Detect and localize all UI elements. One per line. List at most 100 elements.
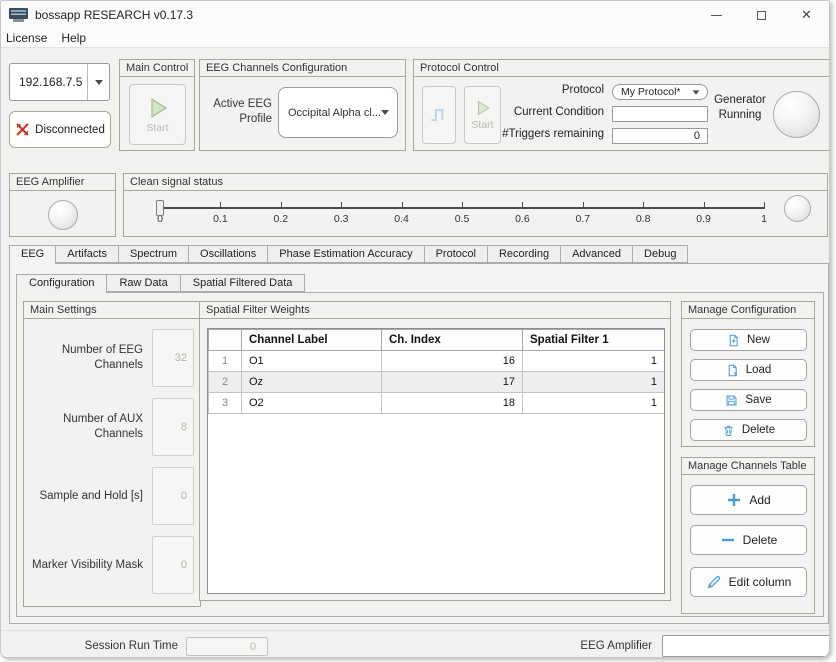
tab-eeg[interactable]: EEG xyxy=(9,245,56,264)
slider-thumb[interactable] xyxy=(156,200,164,216)
table-cell[interactable]: 1 xyxy=(523,393,665,414)
marker-visibility-mask-field[interactable]: 0 xyxy=(152,536,194,594)
button-label: Edit column xyxy=(729,575,792,589)
eeg-tab-content: ConfigurationRaw DataSpatial Filtered Da… xyxy=(9,263,829,624)
table-cell[interactable]: 1 xyxy=(523,351,665,372)
slider-tick-label: 0.4 xyxy=(387,213,417,225)
delete-button[interactable]: Delete xyxy=(690,419,807,441)
slider-tick xyxy=(583,202,584,209)
manage-channels-table-body: Add Delete Edit column xyxy=(682,475,814,613)
tab-artifacts[interactable]: Artifacts xyxy=(55,245,119,263)
number-of-eeg-channels-field[interactable]: 32 xyxy=(152,329,194,387)
table-cell[interactable]: Oz xyxy=(242,372,382,393)
pencil-icon xyxy=(706,574,722,590)
title-bar[interactable]: bossapp RESEARCH v0.17.3 ✕ xyxy=(1,1,829,29)
edit-column-button[interactable]: Edit column xyxy=(690,567,807,597)
menu-license[interactable]: License xyxy=(1,31,54,45)
clean-signal-title: Clean signal status xyxy=(124,174,827,191)
menu-bar: License Help xyxy=(1,29,829,48)
triggers-remaining-field[interactable]: 0 xyxy=(612,128,708,144)
table-cell[interactable]: 18 xyxy=(382,393,523,414)
slider-tick-label: 0.5 xyxy=(447,213,477,225)
number-of-aux-channels-field[interactable]: 8 xyxy=(152,398,194,456)
new-button[interactable]: New xyxy=(690,329,807,351)
minimize-icon xyxy=(711,15,722,16)
channels-table[interactable]: Channel LabelCh. IndexSpatial Filter 11O… xyxy=(207,328,665,594)
subtab-raw-data[interactable]: Raw Data xyxy=(106,274,180,292)
manage-channels-table-panel: Manage Channels Table Add Delete Edit colu… xyxy=(681,457,815,614)
main-settings-title: Main Settings xyxy=(24,302,200,319)
slider-tick-label: 0.9 xyxy=(689,213,719,225)
table-cell[interactable]: O1 xyxy=(242,351,382,372)
load-button[interactable]: Load xyxy=(690,359,807,381)
table-row: 2Oz171 xyxy=(209,372,665,393)
slider-tick-label: 1 xyxy=(749,213,779,225)
settings-row: Sample and Hold [s]0 xyxy=(32,467,194,525)
protocol-dropdown[interactable]: My Protocol* xyxy=(612,84,708,100)
send-trigger-button[interactable] xyxy=(422,86,456,144)
tab-spectrum[interactable]: Spectrum xyxy=(118,245,189,263)
tab-advanced[interactable]: Advanced xyxy=(560,245,633,263)
ip-address-dropdown[interactable]: 192.168.7.5 xyxy=(9,63,110,101)
close-button[interactable]: ✕ xyxy=(784,1,829,29)
table-cell[interactable]: 16 xyxy=(382,351,523,372)
active-eeg-profile-dropdown[interactable]: Occipital Alpha cl... xyxy=(278,87,398,138)
generator-running-label: Generator Running xyxy=(710,93,770,123)
tab-phase-estimation-accuracy[interactable]: Phase Estimation Accuracy xyxy=(267,245,424,263)
tab-oscillations[interactable]: Oscillations xyxy=(188,245,268,263)
manage-configuration-title: Manage Configuration xyxy=(682,302,814,319)
protocol-start-label: Start xyxy=(471,119,493,131)
number-of-eeg-channels-label: Number of EEG Channels xyxy=(32,343,152,373)
menu-help[interactable]: Help xyxy=(54,31,93,45)
tab-protocol[interactable]: Protocol xyxy=(424,245,488,263)
settings-row: Number of EEG Channels32 xyxy=(32,329,194,387)
table-row: 3O2181 xyxy=(209,393,665,414)
slider-tick-label: 0.7 xyxy=(568,213,598,225)
slider-tick xyxy=(643,202,644,209)
configuration-subtab-content: Main Settings Number of EEG Channels32Nu… xyxy=(16,292,824,617)
button-label: Load xyxy=(746,364,772,376)
sample-and-hold-s-field[interactable]: 0 xyxy=(152,467,194,525)
tab-recording[interactable]: Recording xyxy=(487,245,561,263)
minus-icon xyxy=(720,532,736,548)
tab-debug[interactable]: Debug xyxy=(632,245,688,263)
row-index-cell: 1 xyxy=(209,351,242,372)
main-control-panel: Main Control Start xyxy=(119,59,195,151)
connection-status-button[interactable]: Disconnected xyxy=(9,111,111,148)
spatial-filter-weights-title: Spatial Filter Weights xyxy=(200,302,670,319)
subtab-spatial-filtered-data[interactable]: Spatial Filtered Data xyxy=(180,274,306,292)
protocol-value: My Protocol* xyxy=(613,86,692,98)
connection-status-label: Disconnected xyxy=(35,124,105,136)
subtab-configuration[interactable]: Configuration xyxy=(16,274,107,293)
manage-channels-table-title: Manage Channels Table xyxy=(682,458,814,475)
chevron-down-icon xyxy=(693,90,700,94)
minimize-button[interactable] xyxy=(694,1,739,29)
table-cell[interactable]: 1 xyxy=(523,372,665,393)
triggers-remaining-label: #Triggers remaining xyxy=(502,128,604,140)
save-button[interactable]: Save xyxy=(690,389,807,411)
current-condition-label: Current Condition xyxy=(514,106,604,118)
spatial-filter-weights-panel: Spatial Filter Weights Channel LabelCh. … xyxy=(199,301,671,601)
main-start-button[interactable]: Start xyxy=(129,84,186,145)
chevron-down-icon xyxy=(95,80,103,85)
dropdown-arrow-box[interactable] xyxy=(87,64,109,100)
current-condition-field[interactable] xyxy=(612,106,708,122)
new-file-icon xyxy=(727,334,740,347)
delete-button[interactable]: Delete xyxy=(690,525,807,555)
table-cell[interactable]: 17 xyxy=(382,372,523,393)
pulse-icon xyxy=(429,105,449,125)
maximize-button[interactable] xyxy=(739,1,784,29)
screenshot-stage: bossapp RESEARCH v0.17.3 ✕ License Help … xyxy=(0,0,836,662)
slider-tick xyxy=(764,202,765,209)
table-cell[interactable]: O2 xyxy=(242,393,382,414)
column-header-spatial-filter-1: Spatial Filter 1 xyxy=(523,330,665,351)
settings-row: Number of AUX Channels8 xyxy=(32,398,194,456)
load-file-icon xyxy=(726,364,739,377)
clean-signal-slider[interactable]: 00.10.20.30.40.50.60.70.80.91 xyxy=(160,198,764,230)
settings-row: Marker Visibility Mask0 xyxy=(32,536,194,594)
eeg-amplifier-footer-field[interactable] xyxy=(662,635,830,657)
button-label: Add xyxy=(749,493,770,507)
session-run-time-field[interactable]: 0 xyxy=(186,637,268,656)
save-icon xyxy=(725,394,738,407)
add-button[interactable]: Add xyxy=(690,485,807,515)
